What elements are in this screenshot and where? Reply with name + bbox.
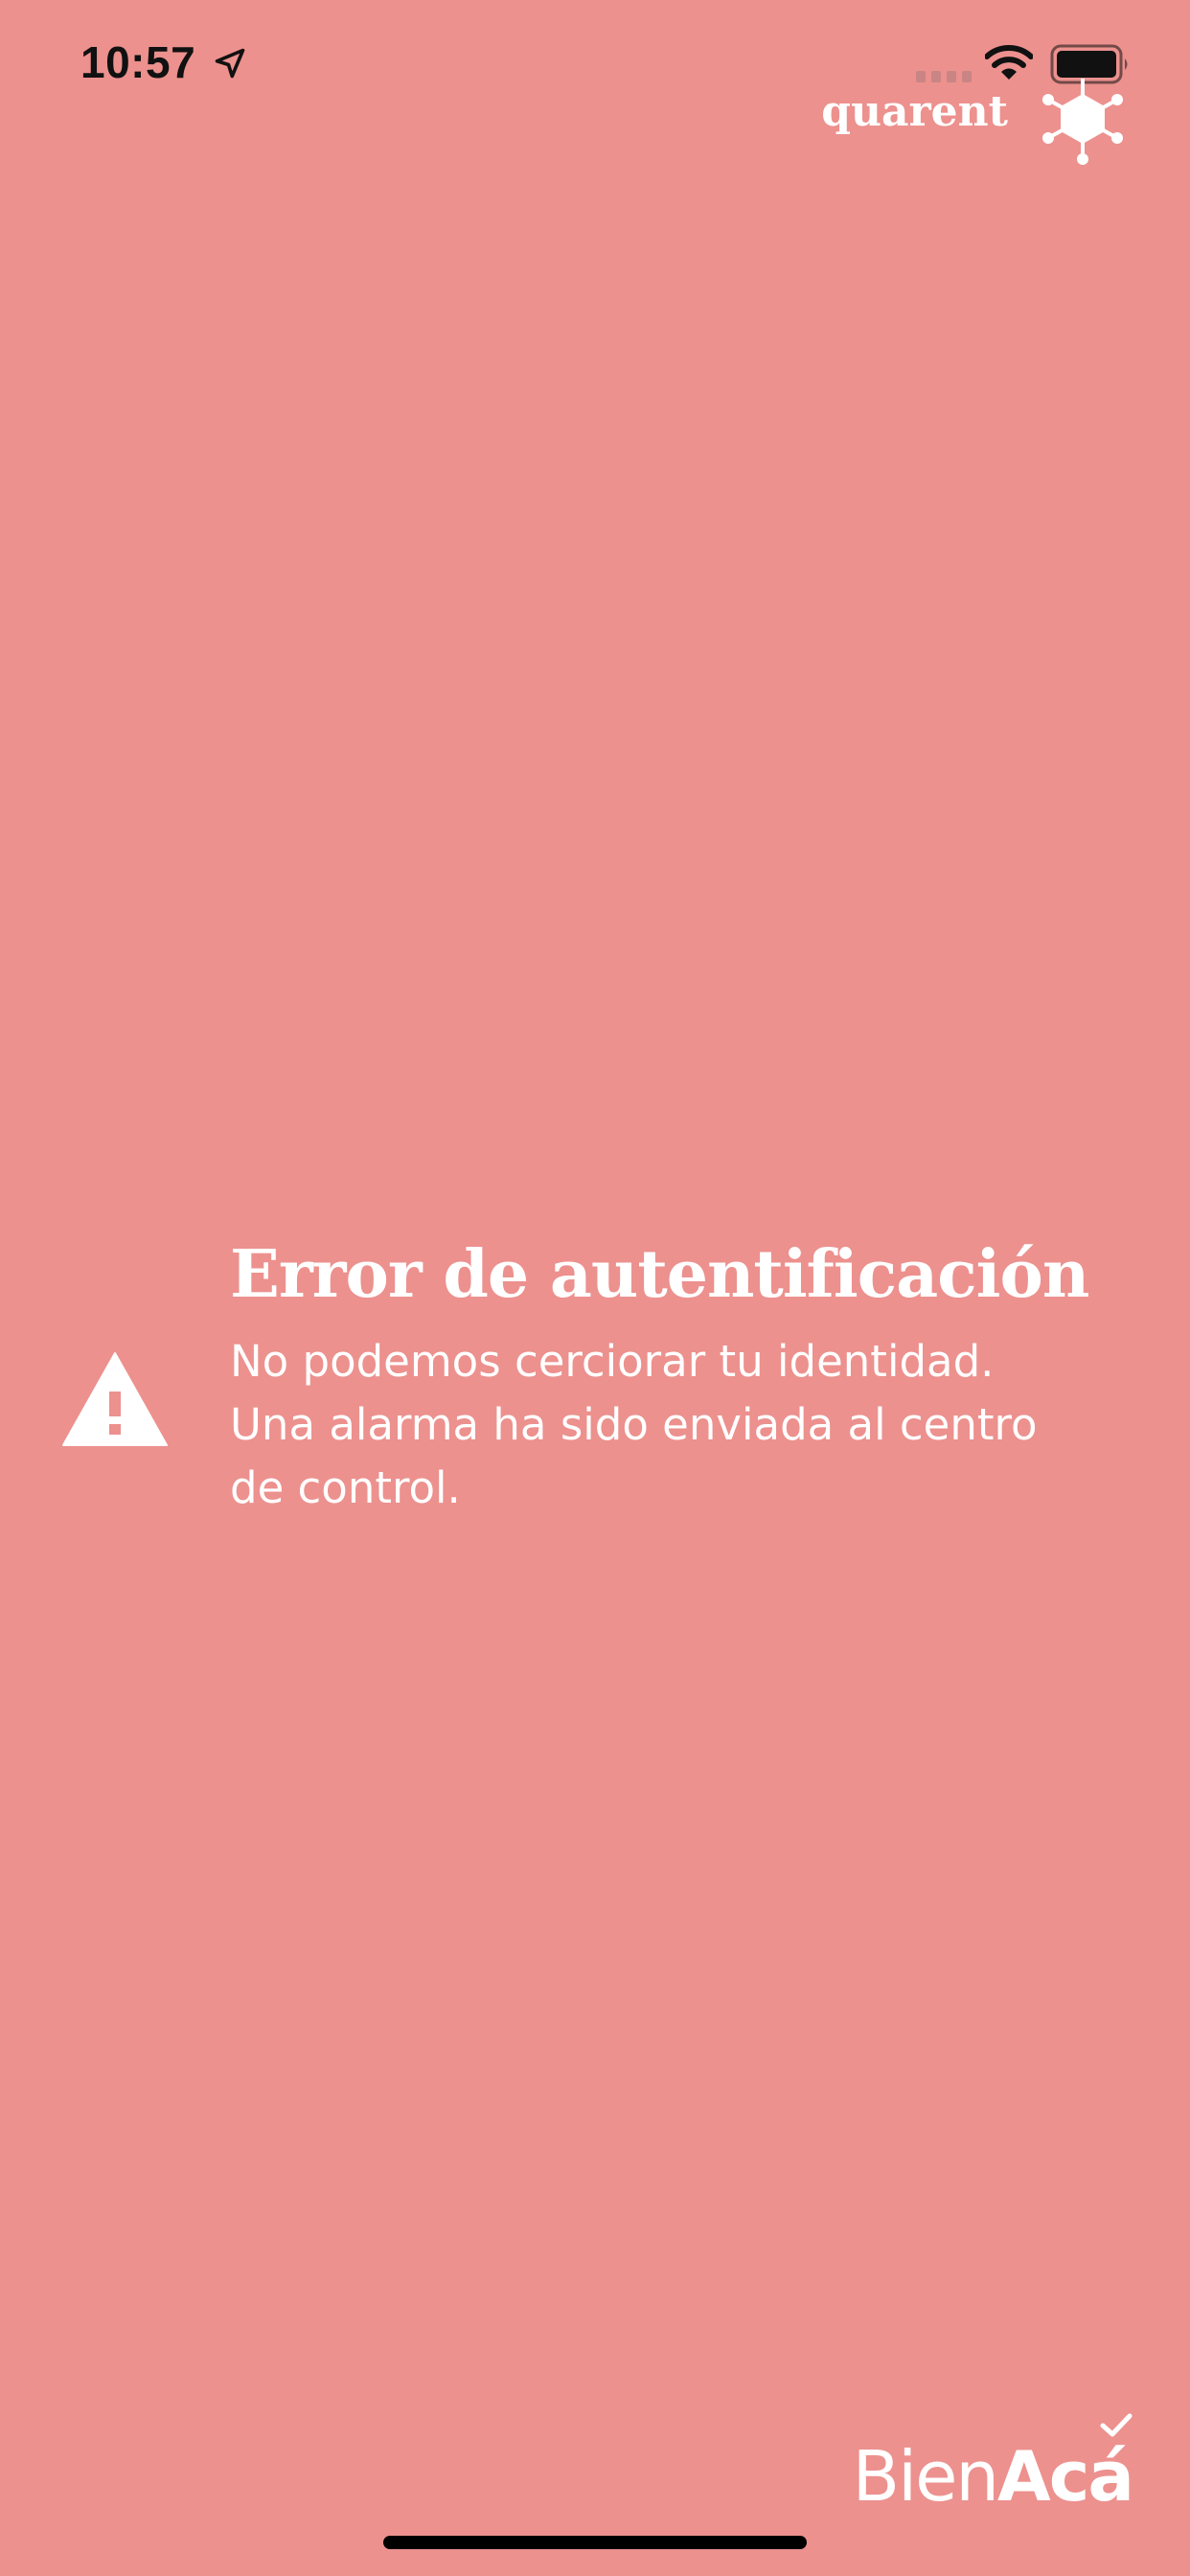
status-time: 10:57	[80, 37, 196, 87]
checkmark-icon	[1100, 2413, 1133, 2437]
hexagon-network-icon	[1042, 79, 1123, 165]
warning-triangle-icon	[62, 1352, 168, 1446]
brand-name: quarent	[821, 86, 1008, 136]
home-indicator[interactable]	[383, 2536, 807, 2549]
status-bar: 10:57 quarent	[0, 0, 1190, 165]
brand-logo: quarent	[821, 71, 1131, 167]
bienaca-logo: BienAcá	[853, 2413, 1134, 2511]
alert-title: Error de autentificación	[230, 1236, 1089, 1313]
logo-text-light: Bien	[852, 2436, 999, 2517]
logo-text-bold: Acá	[997, 2436, 1134, 2517]
location-arrow-icon	[215, 48, 245, 79]
alert-message: No podemos cerciorar tu identidad. Una a…	[230, 1336, 1038, 1513]
